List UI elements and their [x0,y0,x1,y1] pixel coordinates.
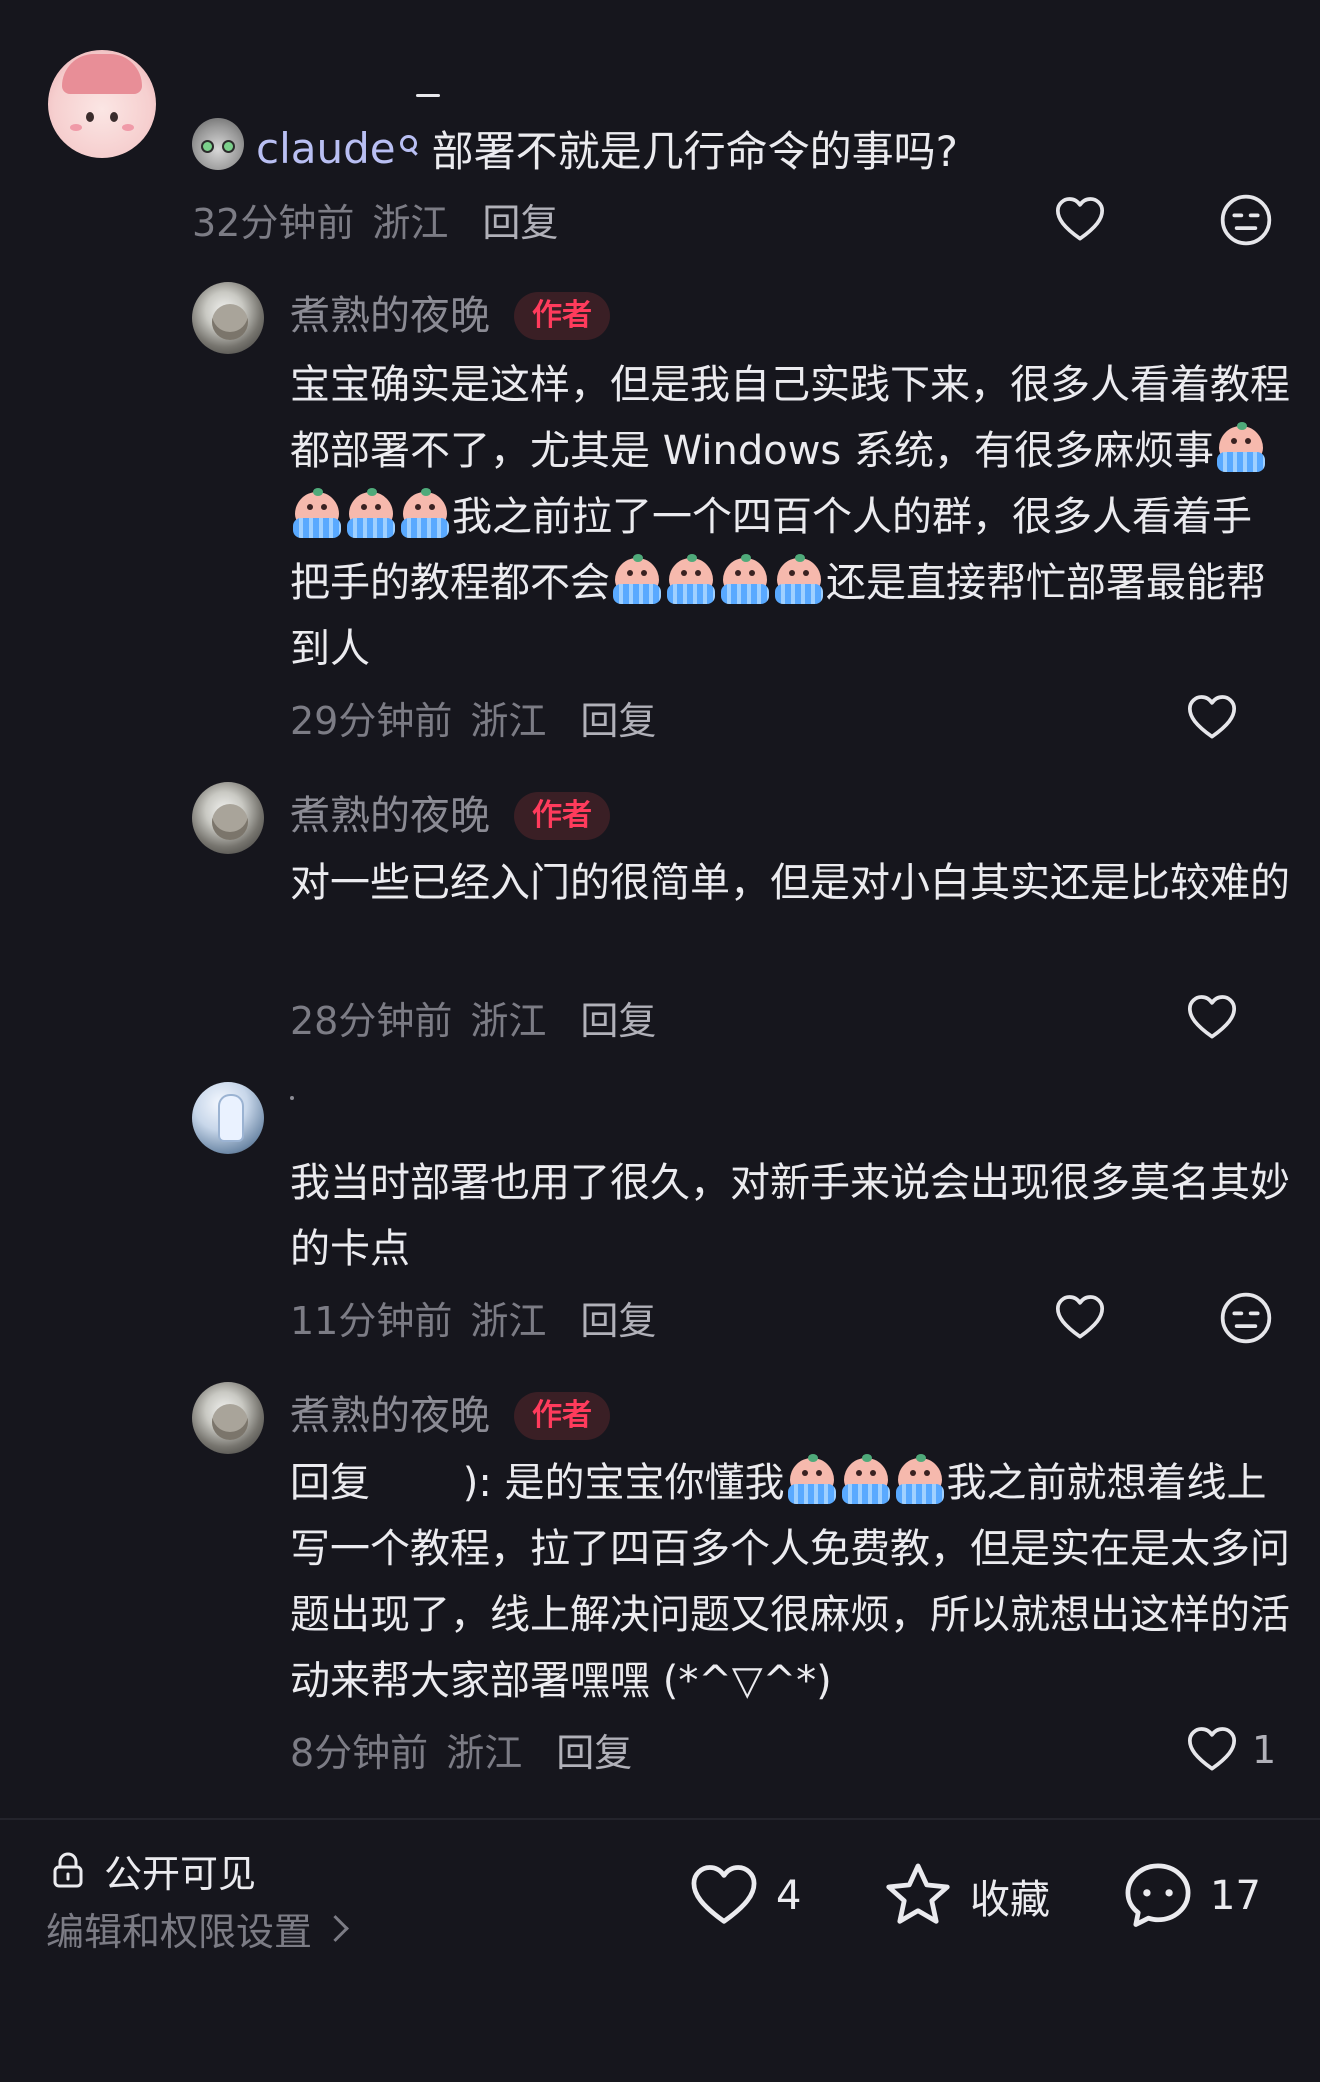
reply-meta: 11分钟前 浙江 回复 [290,1290,656,1345]
heart-icon [691,1865,757,1924]
crying-emoji-icon [894,1454,946,1506]
crying-emoji-icon [665,554,717,606]
crying-emoji-icon [291,488,343,540]
crying-emoji-icon [786,1454,838,1506]
reply-author[interactable]: 煮熟的夜晚 [290,1386,490,1446]
like-button[interactable]: 4 [684,1858,801,1934]
reply-author[interactable]: 煮熟的夜晚 [290,786,490,846]
reply-text: 回复 ): 是的宝宝你懂我 我之前就想着线上写一个教程，拉了四百多个人免费教，但是… [290,1450,1290,1714]
dislike-face-icon[interactable] [1218,1290,1274,1346]
reply-meta: 8分钟前 浙江 回复 [290,1722,632,1777]
reply-time: 8分钟前 [290,1730,429,1775]
like-count: 4 [776,1873,802,1919]
star-icon [886,1863,950,1924]
cat-emoji-icon [192,118,244,170]
comment-time: 32分钟前 [192,200,355,245]
reply-region: 浙江 [446,1730,523,1775]
reply-region: 浙江 [470,998,547,1043]
chat-bubble-icon [1125,1863,1191,1927]
reply-button[interactable]: 回复 [580,690,656,745]
reply-author[interactable]: 煮熟的夜晚 [290,286,490,346]
author-badge: 作者 [514,292,610,340]
heart-icon[interactable] [1184,690,1240,746]
reply-text: 对一些已经入门的很简单，但是对小白其实还是比较难的 [290,860,1290,906]
reply-button[interactable]: 回复 [580,990,656,1045]
avatar-eye [110,112,118,122]
crying-emoji-icon [719,554,771,606]
reply-meta: 29分钟前 浙江 回复 [290,690,656,745]
reply-time: 29分钟前 [290,698,453,743]
reply-prefix: 回复 [290,1460,370,1506]
author-badge: 作者 [514,792,610,840]
comments-button[interactable]: 17 [1118,1858,1261,1934]
reply-meta: 28分钟前 浙江 回复 [290,990,656,1045]
reply-text: 宝宝确实是这样，但是我自己实践下来，很多人看着教程都部署不了，尤其是 Windo… [290,352,1290,682]
search-icon[interactable] [398,133,418,163]
heart-icon[interactable] [1052,192,1108,248]
comment-count: 17 [1210,1873,1261,1919]
reply-time: 11分钟前 [290,1298,453,1343]
crying-emoji-icon [840,1454,892,1506]
reply-region: 浙江 [470,698,547,743]
like-count: 1 [1252,1728,1277,1772]
comment-thread-screen: claude 部署不就是几行命令的事吗? 32分钟前 浙江 回复 煮熟的夜晚 作… [0,0,1320,2082]
avatar-hair [62,54,142,94]
reply-avatar[interactable] [192,782,264,854]
comment-meta: 32分钟前 浙江 回复 [192,192,558,247]
visibility-status[interactable]: 公开可见 [48,1840,256,1900]
commenter-avatar[interactable] [48,50,156,158]
crying-emoji-icon [1215,422,1267,474]
edit-permissions-link[interactable]: 编辑和权限设置 [46,1898,349,1958]
redacted-author[interactable] [290,1096,294,1100]
redacted-name-dash [416,94,440,97]
reply-avatar[interactable] [192,282,264,354]
comment-region: 浙江 [372,200,449,245]
chevron-right-icon [322,1914,349,1942]
avatar-cheek [122,124,134,131]
lock-icon [53,1852,83,1888]
comment-line: claude 部署不就是几行命令的事吗? [256,118,958,178]
edit-permissions-label: 编辑和权限设置 [46,1909,313,1954]
author-badge: 作者 [514,1392,610,1440]
reply-text-part: 是的宝宝你懂我 [491,1460,785,1506]
heart-icon[interactable] [1184,1722,1240,1778]
dislike-face-icon[interactable] [1218,192,1274,248]
reply-region: 浙江 [470,1298,547,1343]
avatar-eye [86,112,94,122]
crying-emoji-icon [345,488,397,540]
crying-emoji-icon [773,554,825,606]
heart-icon[interactable] [1184,990,1240,1046]
avatar-cheek [70,124,82,131]
reply-avatar[interactable] [192,1382,264,1454]
reply-avatar[interactable] [192,1082,264,1154]
heart-icon[interactable] [1052,1290,1108,1346]
reply-button[interactable]: 回复 [580,1290,656,1345]
crying-emoji-icon [611,554,663,606]
reply-text: 我当时部署也用了很久，对新手来说会出现很多莫名其妙的卡点 [290,1160,1290,1272]
visibility-label: 公开可见 [104,1851,257,1896]
favorite-button[interactable]: 收藏 [878,1858,1050,1934]
comment-text: 部署不就是几行命令的事吗? [431,126,958,176]
reply-target-user[interactable]: ): [370,1460,492,1506]
mentioned-username-link[interactable]: claude [256,124,396,173]
reply-button[interactable]: 回复 [556,1722,632,1777]
reply-text-part: 宝宝确实是这样，但是我自己实践下来，很多人看着教程都部署不了，尤其是 Windo… [290,362,1290,474]
reply-time: 28分钟前 [290,998,453,1043]
reply-button[interactable]: 回复 [482,192,558,247]
divider [0,1818,1320,1820]
favorite-label: 收藏 [970,1877,1050,1923]
crying-emoji-icon [399,488,451,540]
